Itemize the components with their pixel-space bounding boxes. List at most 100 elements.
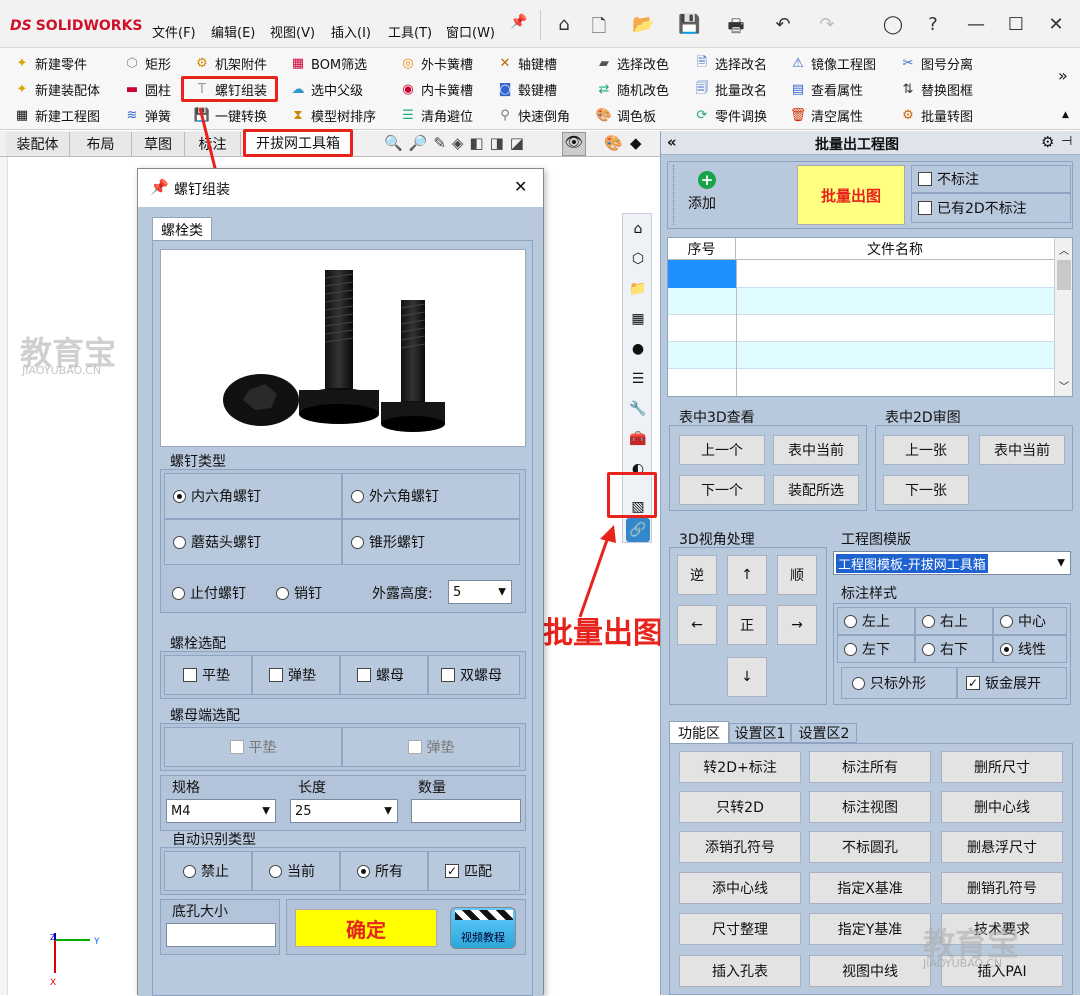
batch-rename-button[interactable]: 🗐 批量改名: [694, 80, 768, 100]
tool-icon[interactable]: 🔧: [626, 397, 650, 421]
bom-filter-button[interactable]: ▦ BOM筛选: [290, 54, 367, 73]
check-has-2d-skip[interactable]: 已有2D不标注: [911, 193, 1071, 223]
radio-countersunk[interactable]: 锥形螺钉: [342, 519, 520, 565]
redo-icon[interactable]: ↷: [816, 14, 838, 36]
skip-round-holes-button[interactable]: 不标圆孔: [809, 831, 931, 863]
radio-only-outer[interactable]: 只标外形: [841, 667, 957, 699]
template-select[interactable]: 工程图模板-开拔网工具箱 ▼: [833, 551, 1071, 575]
spec-select[interactable]: M4 ▼: [166, 799, 276, 823]
list-icon[interactable]: ☰: [626, 367, 650, 391]
new-drawing-button[interactable]: ▦ 新建工程图: [14, 106, 100, 125]
maximize-icon[interactable]: ☐: [1005, 14, 1027, 36]
ribbon-scroll-up-icon[interactable]: ▲: [1062, 110, 1069, 120]
video-tutorial-button[interactable]: 视频教程: [450, 907, 516, 949]
batch-convert-button[interactable]: ⚙ 批量转图: [900, 106, 973, 125]
screw-assembly-button[interactable]: T 螺钉组装: [181, 76, 279, 102]
new-doc-icon[interactable]: 🗋: [588, 14, 610, 37]
radio-set-screw[interactable]: 止付螺钉: [172, 583, 246, 603]
view-centerline-button[interactable]: 视图中线: [809, 955, 931, 987]
hole-size-input[interactable]: [166, 923, 276, 947]
menu-edit[interactable]: 编辑(E): [211, 22, 255, 41]
delete-floating-dims-button[interactable]: 删悬浮尺寸: [941, 831, 1063, 863]
ribbon-more-icon[interactable]: »: [1058, 66, 1068, 85]
batch-output-button[interactable]: 批量出图: [797, 165, 905, 225]
table-row[interactable]: [736, 260, 1054, 288]
check-flat-washer[interactable]: 平垫: [164, 655, 252, 695]
pin-icon[interactable]: 📌: [508, 14, 530, 36]
front-view-button[interactable]: 正: [727, 605, 767, 645]
save-icon[interactable]: 💾: [678, 14, 700, 36]
random-recolor-button[interactable]: ⇄ 随机改色: [596, 80, 669, 99]
mirror-drawing-button[interactable]: ⚠ 镜像工程图: [790, 54, 876, 73]
open-icon[interactable]: 📂: [632, 14, 654, 36]
radio-linear[interactable]: 线性: [993, 635, 1067, 663]
appearance-icon[interactable]: 🎨: [604, 134, 623, 152]
arrow-left-button[interactable]: ←: [677, 605, 717, 645]
menu-view[interactable]: 视图(V): [270, 22, 315, 41]
rectangle-button[interactable]: ⬡ 矩形: [124, 54, 171, 73]
insert-hole-table-button[interactable]: 插入孔表: [679, 955, 801, 987]
check-no-annotation[interactable]: 不标注: [911, 165, 1071, 193]
home-icon[interactable]: ⌂: [626, 217, 650, 241]
assembly-selected-button[interactable]: 装配所选: [773, 475, 859, 505]
tidy-dims-button[interactable]: 尺寸整理: [679, 913, 801, 945]
menu-file[interactable]: 文件(F): [152, 22, 196, 41]
scroll-thumb[interactable]: [1057, 260, 1071, 290]
radio-hex-head[interactable]: 外六角螺钉: [342, 473, 520, 519]
next-2d-button[interactable]: 下一张: [883, 475, 969, 505]
arrow-up-button[interactable]: ↑: [727, 555, 767, 595]
corner-clear-button[interactable]: ☰ 清角避位: [400, 106, 473, 125]
replace-frame-button[interactable]: ⇅ 替换图框: [900, 80, 973, 99]
table-row[interactable]: [668, 342, 1054, 369]
tree-sort-button[interactable]: ⧗ 模型树排序: [290, 106, 376, 125]
scene-icon[interactable]: ◆: [630, 134, 642, 152]
table-row[interactable]: [668, 369, 1054, 396]
internal-circlip-button[interactable]: ◉ 内卡簧槽: [400, 80, 473, 99]
tab-kaibawang-toolbox[interactable]: 开拔网工具箱: [243, 129, 353, 157]
check-spring-washer[interactable]: 弹垫: [252, 655, 340, 695]
add-button[interactable]: + 添加: [673, 165, 793, 225]
print-icon[interactable]: 🖶: [725, 14, 747, 37]
link-icon[interactable]: 🔗: [626, 518, 650, 542]
library-icon[interactable]: ▦: [626, 307, 650, 331]
delete-pin-symbol-button[interactable]: 删销孔符号: [941, 872, 1063, 904]
clear-properties-button[interactable]: 🗑 清空属性: [790, 106, 863, 125]
external-circlip-button[interactable]: ◎ 外卡簧槽: [400, 54, 473, 73]
quick-chamfer-button[interactable]: ⚲ 快速倒角: [497, 106, 570, 125]
parts-icon[interactable]: ⬡: [626, 247, 650, 271]
menu-tools[interactable]: 工具(T): [388, 22, 432, 41]
only-to-2d-button[interactable]: 只转2D: [679, 791, 801, 823]
expose-height-select[interactable]: 5 ▼: [448, 580, 512, 604]
check-nut[interactable]: 螺母: [340, 655, 428, 695]
tab-sketch[interactable]: 草图: [132, 132, 185, 156]
check-sheet-unfold[interactable]: ✓ 钣金展开: [957, 667, 1067, 699]
arrow-right-button[interactable]: →: [777, 605, 817, 645]
table-scrollbar[interactable]: ︿ ﹀: [1054, 238, 1072, 396]
shaft-keyway-button[interactable]: ✕ 轴键槽: [497, 54, 557, 73]
collapse-icon[interactable]: «: [667, 133, 677, 151]
radio-bottom-right[interactable]: 右下: [915, 635, 993, 663]
dialog-close-icon[interactable]: ✕: [514, 177, 527, 196]
length-select[interactable]: 25 ▼: [290, 799, 398, 823]
select-rename-button[interactable]: 🗎 选择改名: [694, 54, 767, 74]
rotate-ccw-button[interactable]: 逆: [677, 555, 717, 595]
check-nut-spring-washer[interactable]: 弹垫: [342, 727, 520, 767]
tab-assembly[interactable]: 装配体: [6, 132, 70, 156]
pin-panel-icon[interactable]: ⊣: [1061, 134, 1072, 149]
folder-icon[interactable]: 📁: [626, 277, 650, 301]
appearance-ball-icon[interactable]: ●: [626, 337, 650, 361]
home-icon[interactable]: ⌂: [553, 14, 575, 36]
new-assembly-button[interactable]: ✦ 新建装配体: [14, 80, 100, 99]
part-swap-button[interactable]: ⟳ 零件调换: [694, 106, 767, 125]
eye-icon[interactable]: 👁: [562, 132, 586, 156]
delete-all-dims-button[interactable]: 删所尺寸: [941, 751, 1063, 783]
check-double-nut[interactable]: 双螺母: [428, 655, 520, 695]
tab-bolt-category[interactable]: 螺栓类: [152, 217, 212, 241]
view-properties-button[interactable]: ▤ 查看属性: [790, 80, 863, 99]
close-window-icon[interactable]: ✕: [1045, 14, 1067, 36]
radio-top-right[interactable]: 右上: [915, 607, 993, 635]
radio-top-left[interactable]: 左上: [837, 607, 915, 635]
arrow-down-button[interactable]: ↓: [727, 657, 767, 697]
tab-function-area[interactable]: 功能区: [669, 721, 729, 743]
hub-keyway-button[interactable]: ◙ 毂键槽: [497, 80, 557, 99]
